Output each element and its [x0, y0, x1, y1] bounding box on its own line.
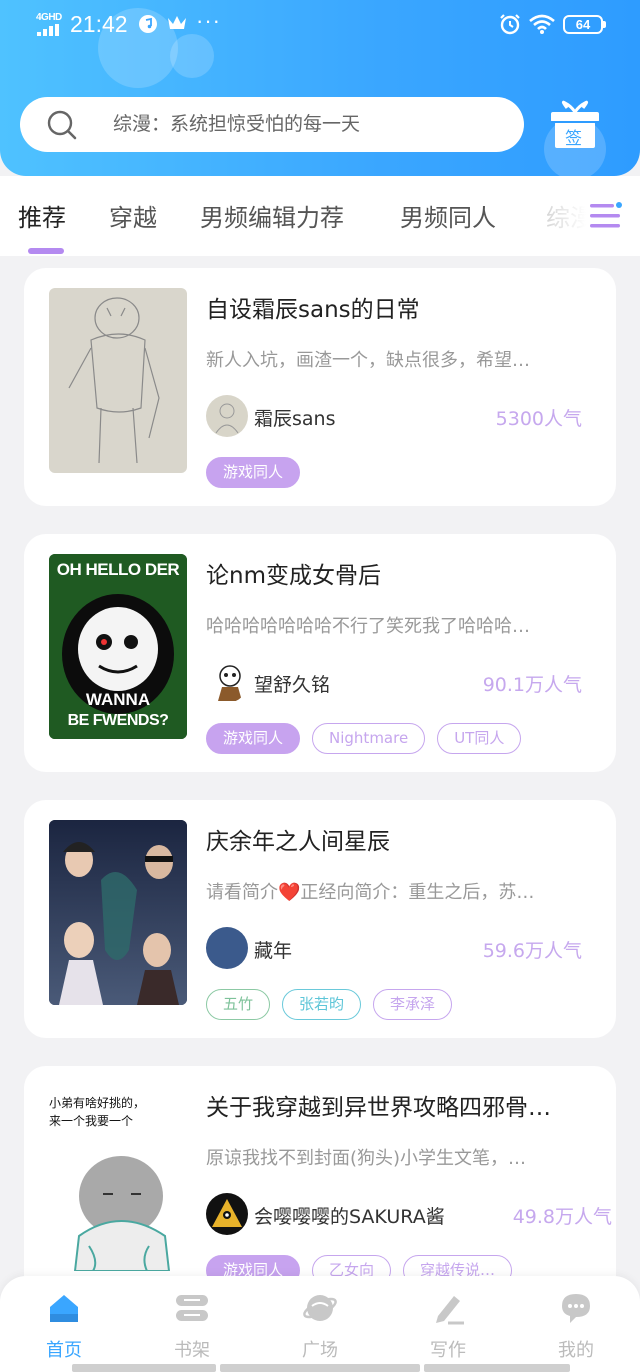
alarm-icon: [500, 14, 520, 35]
signal-icon: [37, 24, 59, 36]
tag[interactable]: UT同人: [437, 723, 522, 754]
search-icon: [47, 110, 77, 140]
tag-list: 游戏同人: [206, 457, 301, 488]
cover-caption-bottom-1: WANNA: [85, 690, 151, 709]
book-card[interactable]: 庆余年之人间星辰 请看简介❤️正经向简介：重生之后，苏… 藏年 59.6万人气 …: [24, 800, 616, 1038]
author-avatar: [206, 395, 248, 437]
wifi-icon: [529, 14, 555, 34]
category-tabs: 推荐 穿越 男频编辑力荐 男频同人 综漫: [0, 176, 640, 256]
book-title: 自设霜辰sans的日常: [206, 297, 420, 323]
book-description: 新人入坑，画渣一个，缺点很多，希望…: [206, 350, 530, 371]
crown-icon: [168, 16, 186, 29]
tag-list: 游戏同人 Nightmare UT同人: [206, 723, 522, 754]
book-card[interactable]: OH HELLO DER WANNA BE FWENDS? 论nm变成女骨后 哈…: [24, 534, 616, 772]
sign-in-gift-button[interactable]: 签: [547, 100, 603, 170]
nav-home-label: 首页: [46, 1340, 82, 1361]
tag[interactable]: 五竹: [206, 989, 271, 1020]
music-icon: [139, 15, 157, 33]
cover-caption-1: 小弟有啥好挑的，: [49, 1096, 146, 1110]
search-placeholder: 综漫：系统担惊受怕的每一天: [113, 113, 361, 135]
book-cover: 小弟有啥好挑的， 来一个我要一个: [49, 1086, 187, 1271]
active-tab-indicator: [28, 248, 64, 254]
book-description: 请看简介❤️正经向简介：重生之后，苏…: [206, 882, 535, 903]
clock: 21:42: [70, 11, 128, 37]
tab-time-travel[interactable]: 穿越: [109, 198, 157, 233]
tab-menu-icon[interactable]: [586, 198, 624, 234]
book-title: 论nm变成女骨后: [206, 563, 381, 589]
popularity: 90.1万人气: [482, 674, 582, 696]
nav-bookshelf[interactable]: 书架: [152, 1290, 232, 1362]
status-bar: 4GHD 21:42 ··· 64: [0, 0, 640, 52]
book-card[interactable]: 小弟有啥好挑的， 来一个我要一个 关于我穿越到异世界攻略四邪骨… 原谅我找不到封…: [24, 1066, 616, 1304]
planet-icon: [303, 1295, 337, 1321]
book-description: 原谅我找不到封面(狗头)小学生文笔，…: [206, 1148, 527, 1169]
tag[interactable]: Nightmare: [312, 723, 426, 754]
book-card[interactable]: 自设霜辰sans的日常 新人入坑，画渣一个，缺点很多，希望… 霜辰sans 53…: [24, 268, 616, 506]
author-avatar: [206, 661, 248, 703]
author-name: 藏年: [254, 940, 293, 962]
book-cover: [49, 288, 187, 473]
author-name: 会嘤嘤嘤的SAKURA酱: [254, 1206, 445, 1228]
bottom-navigation: 首页 书架 广场 写作 我的: [0, 1276, 640, 1372]
popularity: 49.8万人气: [512, 1206, 612, 1228]
tab-male-fanfic[interactable]: 男频同人: [400, 198, 496, 233]
nav-write-label: 写作: [430, 1340, 466, 1361]
popularity: 5300人气: [495, 408, 582, 430]
book-description: 哈哈哈哈哈哈哈不行了笑死我了哈哈哈…: [206, 616, 530, 637]
cover-caption-2: 来一个我要一个: [49, 1114, 134, 1128]
nav-profile[interactable]: 我的: [536, 1290, 616, 1362]
nav-square[interactable]: 广场: [280, 1290, 360, 1362]
book-title: 庆余年之人间星辰: [206, 829, 390, 855]
chat-bubble-icon: [562, 1294, 590, 1323]
book-title: 关于我穿越到异世界攻略四邪骨…: [206, 1095, 551, 1121]
nav-home[interactable]: 首页: [24, 1290, 104, 1362]
gesture-bar: [424, 1364, 570, 1372]
home-icon: [50, 1295, 78, 1322]
nav-square-label: 广场: [302, 1340, 338, 1361]
network-type: 4GHD: [36, 12, 62, 23]
tag[interactable]: 李承泽: [373, 989, 453, 1020]
cover-caption-bottom-2: BE FWENDS?: [67, 712, 169, 729]
more-notifications: ···: [196, 8, 221, 33]
gesture-bar: [72, 1364, 216, 1372]
author-name: 望舒久铭: [254, 674, 331, 696]
header: 4GHD 21:42 ··· 64 综漫：系统担惊受怕的每一天 签: [0, 0, 640, 176]
author-name: 霜辰sans: [254, 408, 336, 430]
nav-bookshelf-label: 书架: [174, 1340, 210, 1361]
tag[interactable]: 游戏同人: [206, 723, 301, 754]
battery-indicator: 64: [563, 15, 606, 34]
nav-profile-label: 我的: [558, 1340, 594, 1361]
author-avatar: [206, 927, 248, 969]
author-avatar: [206, 1193, 248, 1235]
tab-recommended[interactable]: 推荐: [18, 198, 66, 233]
sign-in-label: 签: [565, 129, 582, 149]
nav-write[interactable]: 写作: [408, 1290, 488, 1362]
pen-icon: [436, 1296, 464, 1325]
popularity: 59.6万人气: [482, 940, 582, 962]
gesture-bar: [220, 1364, 420, 1372]
tag[interactable]: 张若昀: [282, 989, 362, 1020]
book-cover: [49, 820, 187, 1005]
search-bar[interactable]: 综漫：系统担惊受怕的每一天: [20, 97, 524, 152]
bookshelf-icon: [176, 1295, 208, 1321]
tag[interactable]: 游戏同人: [206, 457, 301, 488]
cover-caption-top: OH HELLO DER: [56, 560, 180, 579]
book-cover: OH HELLO DER WANNA BE FWENDS?: [49, 554, 187, 739]
tag-list: 五竹 张若昀 李承泽: [206, 989, 453, 1020]
tab-male-editor-picks[interactable]: 男频编辑力荐: [200, 198, 344, 233]
